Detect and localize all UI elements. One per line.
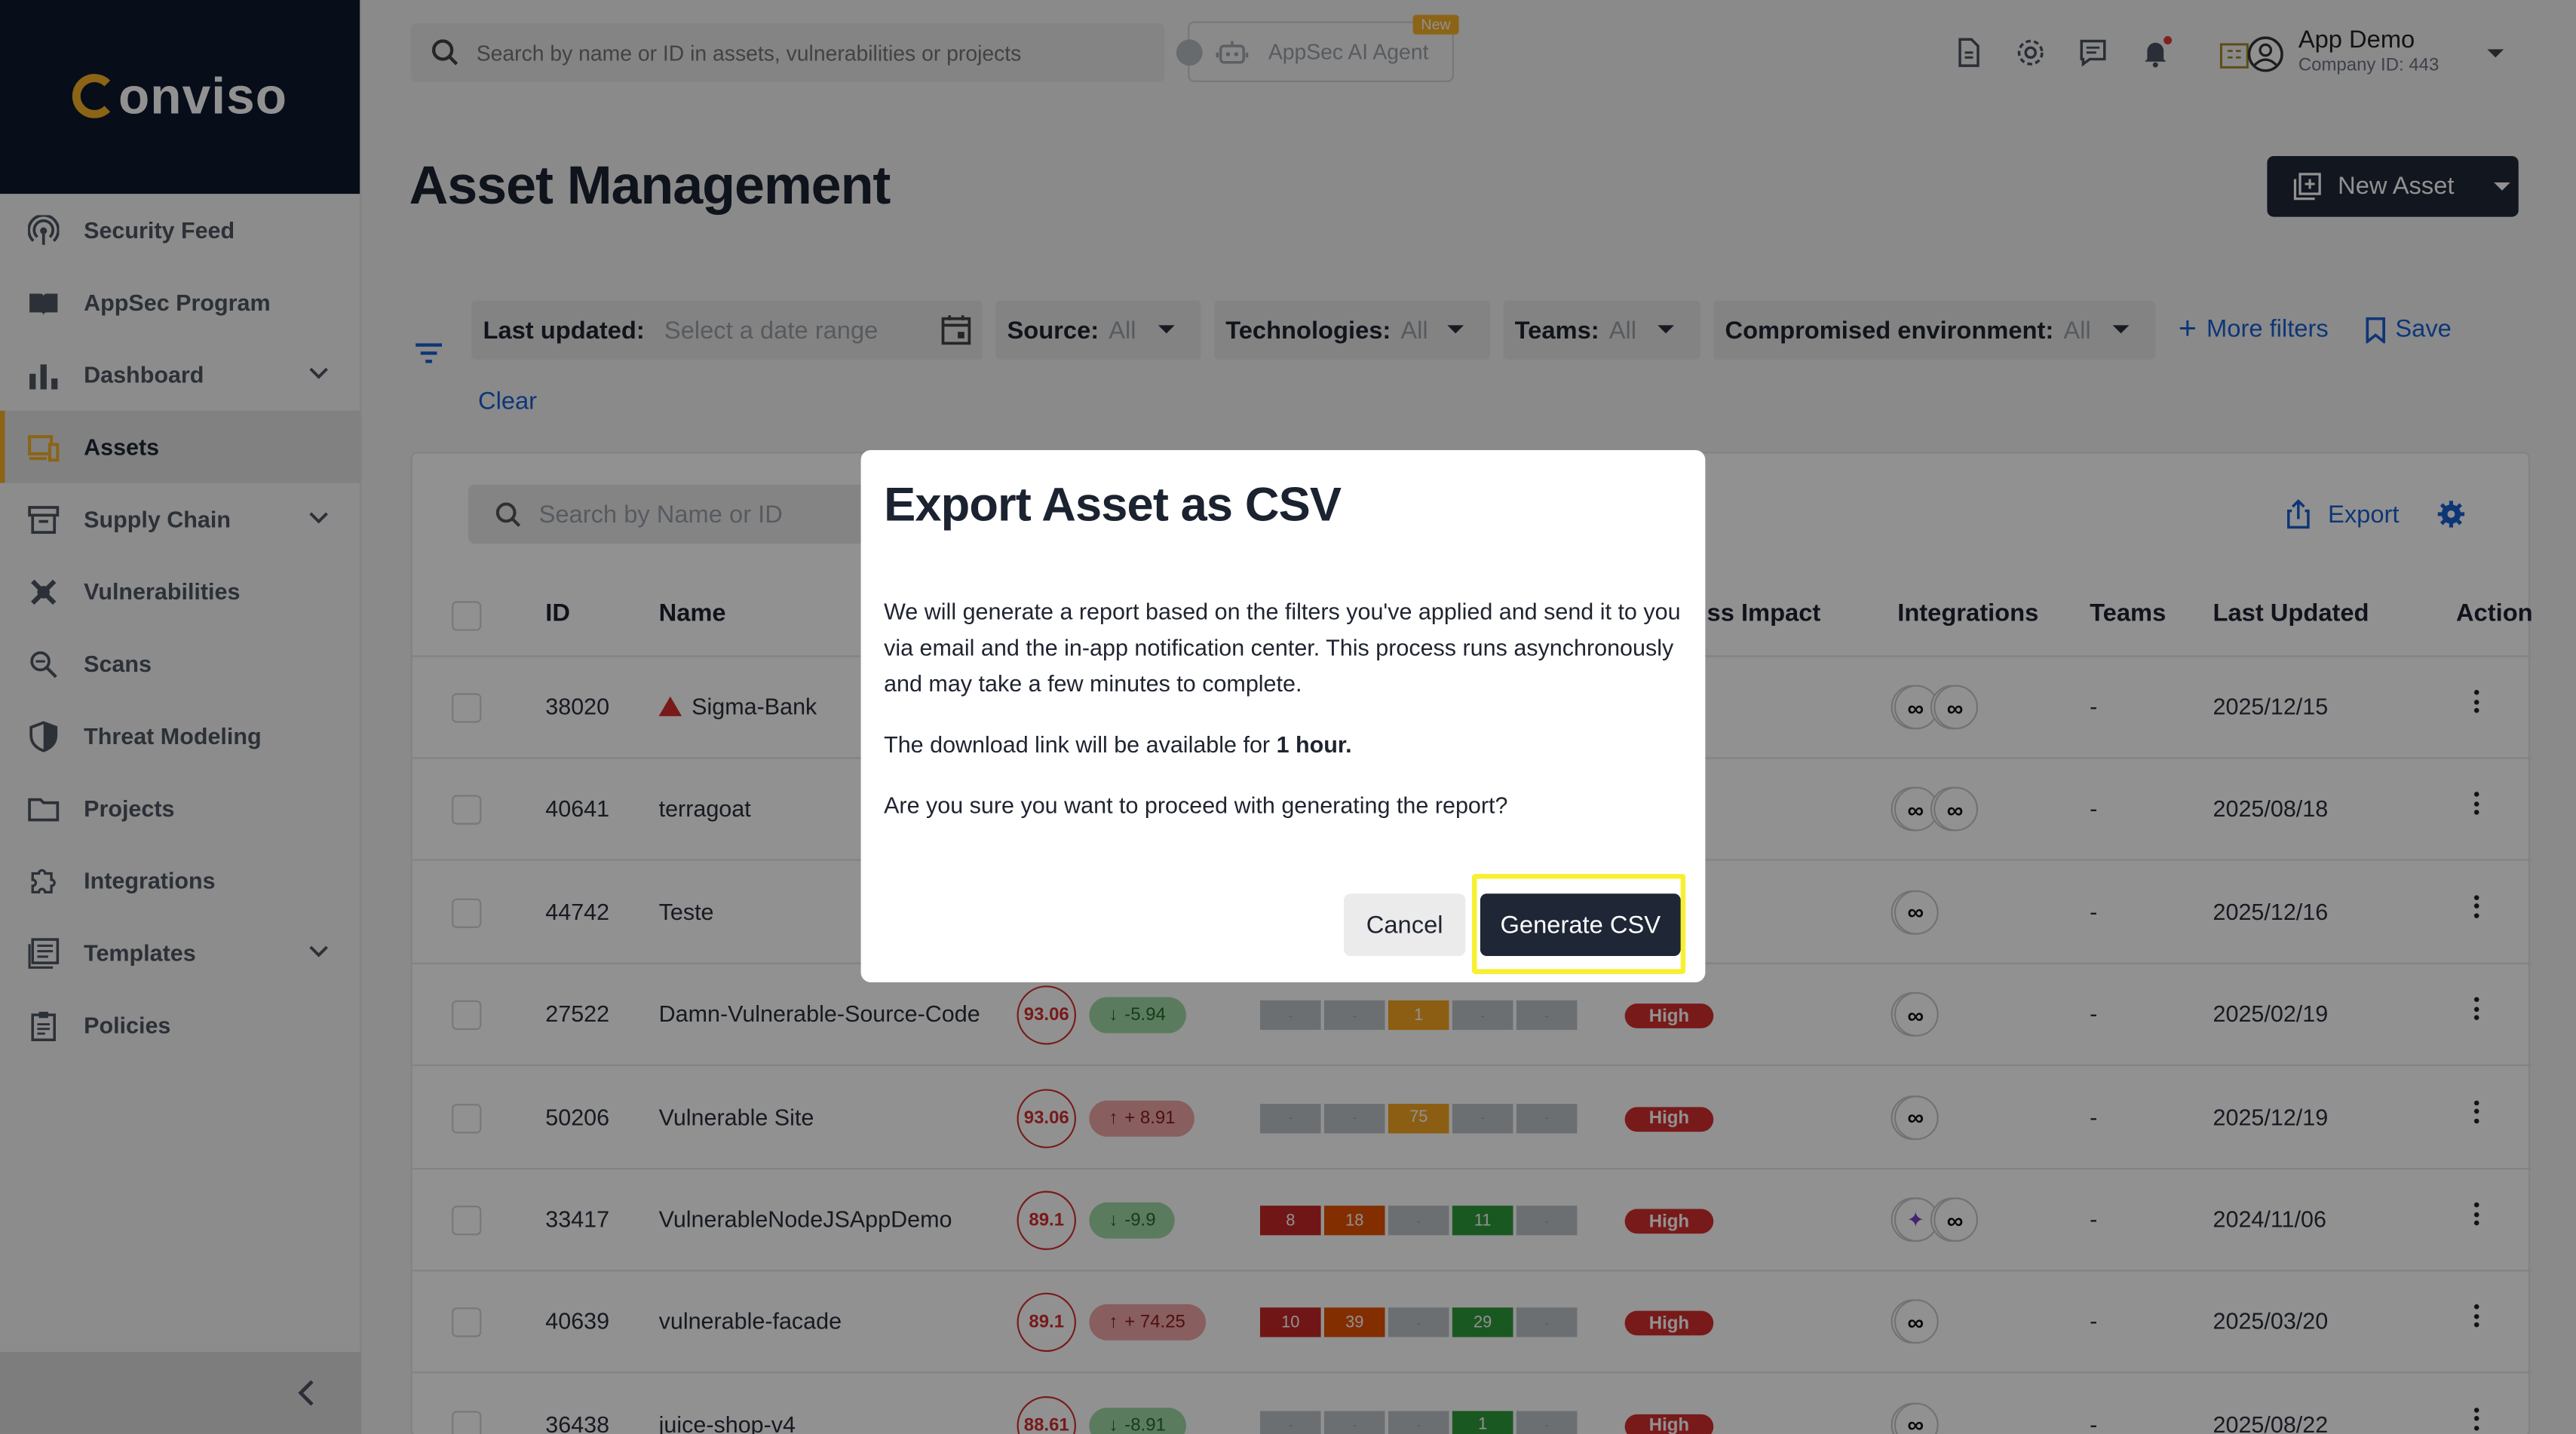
modal-body-confirm: Are you sure you want to proceed with ge…	[884, 792, 1508, 818]
modal-body-description: We will generate a report based on the f…	[884, 598, 1681, 697]
expiry-duration: 1 hour.	[1276, 731, 1352, 758]
generate-csv-button[interactable]: Generate CSV	[1480, 893, 1681, 956]
modal-title: Export Asset as CSV	[884, 480, 1342, 532]
cancel-button[interactable]: Cancel	[1344, 893, 1466, 956]
export-csv-modal: Export Asset as CSV We will generate a r…	[860, 449, 1706, 982]
modal-body-expiry: The download link will be available for …	[884, 731, 1352, 758]
